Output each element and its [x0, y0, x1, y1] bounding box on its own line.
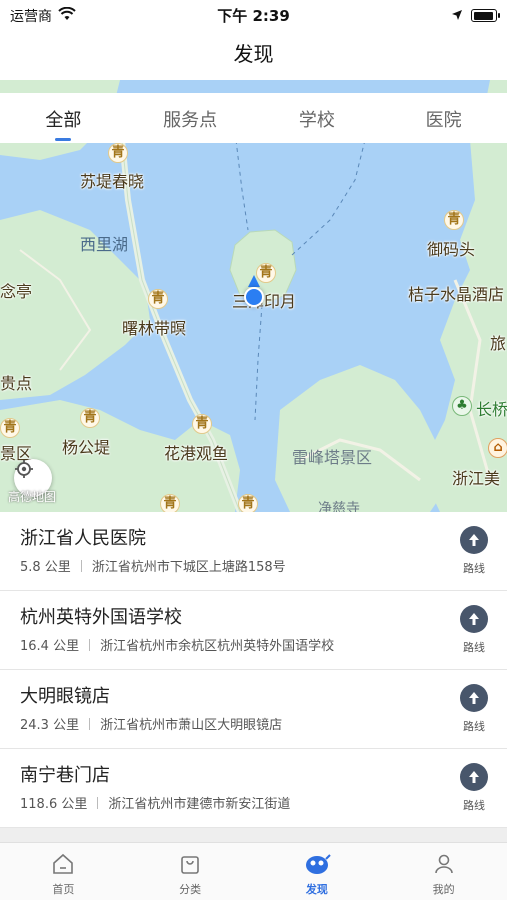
place-name: 大明眼镜店	[20, 686, 110, 707]
place-distance: 16.4 公里	[20, 639, 80, 654]
place-distance: 5.8 公里	[20, 560, 71, 575]
divider	[89, 638, 91, 651]
tab-service-points[interactable]: 服务点	[127, 93, 254, 143]
route-arrow-icon	[460, 526, 488, 554]
map-label-yang-gong-di[interactable]: 杨公堤	[62, 434, 110, 458]
route-arrow-icon	[460, 763, 488, 791]
map-label-hua-gang[interactable]: 花港观鱼	[164, 440, 228, 464]
bottom-tab-bar: 首页 分类 发现 我的	[0, 842, 507, 900]
list-item[interactable]: 南宁巷门店 118.6 公里 浙江省杭州市建德市新安江街道 路线	[0, 749, 507, 828]
place-name: 南宁巷门店	[20, 765, 110, 786]
map-label-san-tan[interactable]: 三潭印月	[232, 288, 296, 312]
museum-poi-icon[interactable]: ⌂	[488, 438, 507, 458]
scenic-poi-icon[interactable]: 青	[108, 143, 128, 163]
place-meta: 5.8 公里 浙江省杭州市下城区上塘路158号	[20, 556, 286, 575]
map-label-zhe-jiang[interactable]: 浙江美	[452, 465, 500, 489]
tab-all[interactable]: 全部	[0, 93, 127, 143]
place-address: 浙江省杭州市余杭区杭州英特外国语学校	[100, 639, 335, 654]
route-arrow-icon	[460, 684, 488, 712]
location-arrow-icon	[451, 6, 463, 25]
route-button[interactable]: 路线	[459, 763, 489, 813]
route-label: 路线	[463, 720, 485, 733]
status-right	[451, 6, 500, 25]
place-distance: 118.6 公里	[20, 797, 88, 812]
scenic-poi-icon[interactable]: 青	[80, 408, 100, 428]
tabbar-item-discover[interactable]: 发现	[254, 843, 381, 900]
divider	[89, 717, 91, 730]
list-item[interactable]: 浙江省人民医院 5.8 公里 浙江省杭州市下城区上塘路158号 路线	[0, 512, 507, 591]
list-footer-spacer	[0, 828, 507, 842]
place-list: 浙江省人民医院 5.8 公里 浙江省杭州市下城区上塘路158号 路线 杭州英特外…	[0, 512, 507, 828]
divider	[80, 559, 82, 572]
place-meta: 16.4 公里 浙江省杭州市余杭区杭州英特外国语学校	[20, 635, 334, 654]
map-label-nian-ting[interactable]: 念亭	[0, 278, 32, 302]
route-label: 路线	[463, 562, 485, 575]
user-icon	[380, 851, 507, 877]
map-label-lei-feng[interactable]: 雷峰塔景区	[292, 444, 372, 468]
route-label: 路线	[463, 799, 485, 812]
bag-icon	[127, 851, 254, 877]
status-time: 下午 2:39	[217, 7, 290, 25]
map-label-xi-li-hu: 西里湖	[80, 235, 129, 254]
scenic-poi-icon[interactable]: 青	[0, 418, 20, 438]
map-label-gui-dian[interactable]: 贵点	[0, 370, 32, 394]
map-attribution: 高德地图	[8, 490, 57, 504]
place-name: 浙江省人民医院	[20, 528, 146, 549]
map-label-chang[interactable]: 长桥	[476, 396, 507, 420]
place-address: 浙江省杭州市下城区上塘路158号	[91, 560, 286, 575]
map-view[interactable]: 苏堤春晓 青 西里湖 青 三潭印月 青 曙林带暝 青 杨公堤 青 花港观鱼 雷峰…	[0, 80, 507, 512]
map-label-ju-zi[interactable]: 桔子水晶酒店	[408, 281, 504, 305]
place-meta: 118.6 公里 浙江省杭州市建德市新安江街道	[20, 793, 290, 812]
tabbar-item-home[interactable]: 首页	[0, 843, 127, 900]
place-name: 杭州英特外国语学校	[20, 607, 182, 628]
place-distance: 24.3 公里	[20, 718, 80, 733]
tree-poi-icon[interactable]: ♣	[452, 396, 472, 416]
map-label-jing-ci[interactable]: 净慈寺	[318, 498, 360, 512]
divider	[97, 796, 99, 809]
tabbar-item-category[interactable]: 分类	[127, 843, 254, 900]
scenic-poi-icon[interactable]: 青	[148, 289, 168, 309]
place-address: 浙江省杭州市建德市新安江街道	[108, 797, 291, 812]
route-button[interactable]: 路线	[459, 526, 489, 576]
scenic-poi-icon[interactable]: 青	[238, 494, 258, 512]
map-label-su-di[interactable]: 苏堤春晓	[80, 168, 144, 192]
map-label-qu-lin[interactable]: 曙林带暝	[122, 315, 186, 339]
tabbar-label: 分类	[179, 883, 202, 896]
map-label-yu-ma-tou[interactable]: 御码头	[427, 236, 475, 260]
tabbar-item-me[interactable]: 我的	[380, 843, 507, 900]
status-bar: 运营商 下午 2:39	[0, 0, 507, 28]
list-item[interactable]: 大明眼镜店 24.3 公里 浙江省杭州市萧山区大明眼镜店 路线	[0, 670, 507, 749]
place-meta: 24.3 公里 浙江省杭州市萧山区大明眼镜店	[20, 714, 282, 733]
scenic-poi-icon[interactable]: 青	[444, 210, 464, 230]
map-label-lv[interactable]: 旅	[490, 330, 506, 354]
scenic-poi-icon[interactable]: 青	[160, 494, 180, 512]
category-tabs: 全部 服务点 学校 医院	[0, 93, 507, 143]
page-title: 发现	[233, 42, 274, 66]
place-address: 浙江省杭州市萧山区大明眼镜店	[100, 718, 283, 733]
route-button[interactable]: 路线	[459, 605, 489, 655]
route-button[interactable]: 路线	[459, 684, 489, 734]
tab-schools[interactable]: 学校	[254, 93, 381, 143]
heading-arrow-icon	[248, 275, 260, 287]
list-item[interactable]: 杭州英特外国语学校 16.4 公里 浙江省杭州市余杭区杭州英特外国语学校 路线	[0, 591, 507, 670]
route-label: 路线	[463, 641, 485, 654]
tab-hospitals[interactable]: 医院	[380, 93, 507, 143]
home-icon	[0, 851, 127, 877]
route-arrow-icon	[460, 605, 488, 633]
tabbar-label: 我的	[432, 883, 455, 896]
tabbar-label: 首页	[52, 883, 75, 896]
scenic-poi-icon[interactable]: 青	[192, 414, 212, 434]
battery-icon	[471, 9, 500, 22]
discover-icon	[254, 851, 381, 877]
tabbar-label: 发现	[305, 883, 328, 896]
current-location-marker	[244, 287, 264, 307]
